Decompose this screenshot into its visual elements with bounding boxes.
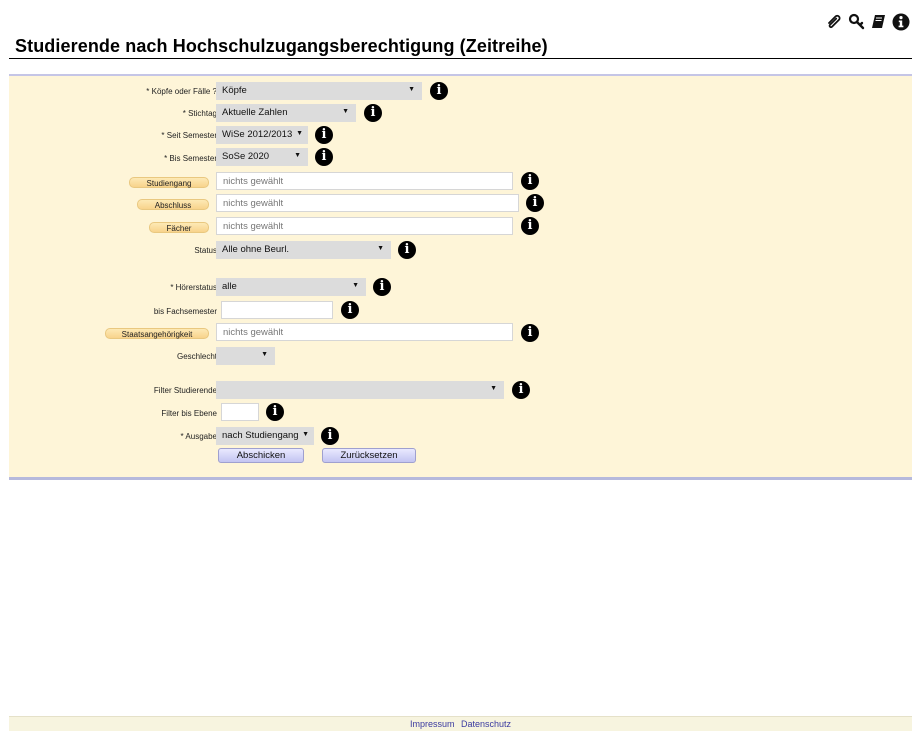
studiengang-button[interactable]: Studiengang: [129, 177, 209, 188]
bis-semester-select-value: SoSe 2020: [222, 151, 270, 162]
koepfe-select-value: Köpfe: [222, 85, 247, 96]
hoererstatus-label: * Hörerstatus: [170, 283, 217, 292]
chevron-down-icon: ▼: [261, 351, 268, 358]
paperclip-icon[interactable]: [825, 12, 844, 31]
impressum-link[interactable]: Impressum: [410, 719, 455, 729]
datenschutz-link[interactable]: Datenschutz: [461, 719, 511, 729]
bis-semester-select[interactable]: SoSe 2020 ▼: [216, 148, 308, 166]
info-icon[interactable]: i: [430, 82, 448, 100]
studiengang-field[interactable]: nichts gewählt: [216, 172, 513, 190]
staatsangehoerigkeit-button[interactable]: Staatsangehörigkeit: [105, 328, 209, 339]
title-divider: [9, 58, 912, 59]
submit-button[interactable]: Abschicken: [218, 448, 304, 463]
bis-semester-label: * Bis Semester: [164, 154, 217, 163]
chevron-down-icon: ▼: [294, 152, 301, 159]
search-icon[interactable]: [847, 12, 866, 31]
chevron-down-icon: ▼: [296, 130, 303, 137]
bis-fachsemester-input[interactable]: [221, 301, 333, 319]
info-icon[interactable]: i: [364, 104, 382, 122]
query-form-panel: * Köpfe oder Fälle ? Köpfe ▼ i * Stichtag…: [9, 74, 912, 480]
ausgabe-label: * Ausgabe: [180, 432, 217, 441]
info-icon[interactable]: i: [315, 126, 333, 144]
info-icon[interactable]: i: [521, 217, 539, 235]
footer: Impressum Datenschutz: [9, 716, 912, 731]
faecher-button[interactable]: Fächer: [149, 222, 209, 233]
seit-semester-label: * Seit Semester: [161, 131, 217, 140]
info-icon[interactable]: i: [315, 148, 333, 166]
abschluss-button[interactable]: Abschluss: [137, 199, 209, 210]
status-select-value: Alle ohne Beurl.: [222, 244, 290, 255]
info-icon[interactable]: i: [373, 278, 391, 296]
hoererstatus-select[interactable]: alle ▼: [216, 278, 366, 296]
bis-fachsemester-label: bis Fachsemester: [153, 307, 217, 316]
stichtag-label: * Stichtag: [182, 109, 217, 118]
status-select[interactable]: Alle ohne Beurl. ▼: [216, 241, 391, 259]
filter-ebene-input[interactable]: [221, 403, 259, 421]
filter-studierende-label: Filter Studierende: [153, 386, 217, 395]
abschluss-field[interactable]: nichts gewählt: [216, 194, 519, 212]
ausgabe-select[interactable]: nach Studiengang ▼: [216, 427, 314, 445]
ausgabe-select-value: nach Studiengang: [222, 430, 299, 441]
stichtag-select-value: Aktuelle Zahlen: [222, 107, 288, 118]
filter-studierende-select[interactable]: ▼: [216, 381, 504, 399]
filter-ebene-label: Filter bis Ebene: [161, 409, 217, 418]
info-icon[interactable]: i: [526, 194, 544, 212]
chevron-down-icon: ▼: [408, 86, 415, 93]
book-icon[interactable]: [869, 12, 888, 31]
faecher-field[interactable]: nichts gewählt: [216, 217, 513, 235]
info-icon[interactable]: i: [341, 301, 359, 319]
hoererstatus-select-value: alle: [222, 281, 237, 292]
toolbar: [825, 12, 910, 31]
geschlecht-label: Geschlecht: [176, 352, 217, 361]
koepfe-label: * Köpfe oder Fälle ?: [146, 87, 217, 96]
reset-button[interactable]: Zurücksetzen: [322, 448, 416, 463]
chevron-down-icon: ▼: [302, 431, 309, 438]
info-icon[interactable]: i: [512, 381, 530, 399]
chevron-down-icon: ▼: [342, 108, 349, 115]
status-label: Status: [194, 246, 217, 255]
seit-semester-select-value: WiSe 2012/2013: [222, 129, 293, 140]
info-icon[interactable]: i: [266, 403, 284, 421]
staatsangehoerigkeit-field[interactable]: nichts gewählt: [216, 323, 513, 341]
info-icon[interactable]: i: [521, 324, 539, 342]
stichtag-select[interactable]: Aktuelle Zahlen ▼: [216, 104, 356, 122]
chevron-down-icon: ▼: [352, 282, 359, 289]
chevron-down-icon: ▼: [377, 245, 384, 252]
info-icon[interactable]: i: [398, 241, 416, 259]
seit-semester-select[interactable]: WiSe 2012/2013 ▼: [216, 126, 308, 144]
page-title: Studierende nach Hochschulzugangsberecht…: [15, 36, 548, 56]
info-icon[interactable]: [891, 12, 910, 31]
koepfe-select[interactable]: Köpfe ▼: [216, 82, 422, 100]
info-icon[interactable]: i: [321, 427, 339, 445]
info-icon[interactable]: i: [521, 172, 539, 190]
chevron-down-icon: ▼: [490, 385, 497, 392]
geschlecht-select[interactable]: ▼: [216, 347, 275, 365]
